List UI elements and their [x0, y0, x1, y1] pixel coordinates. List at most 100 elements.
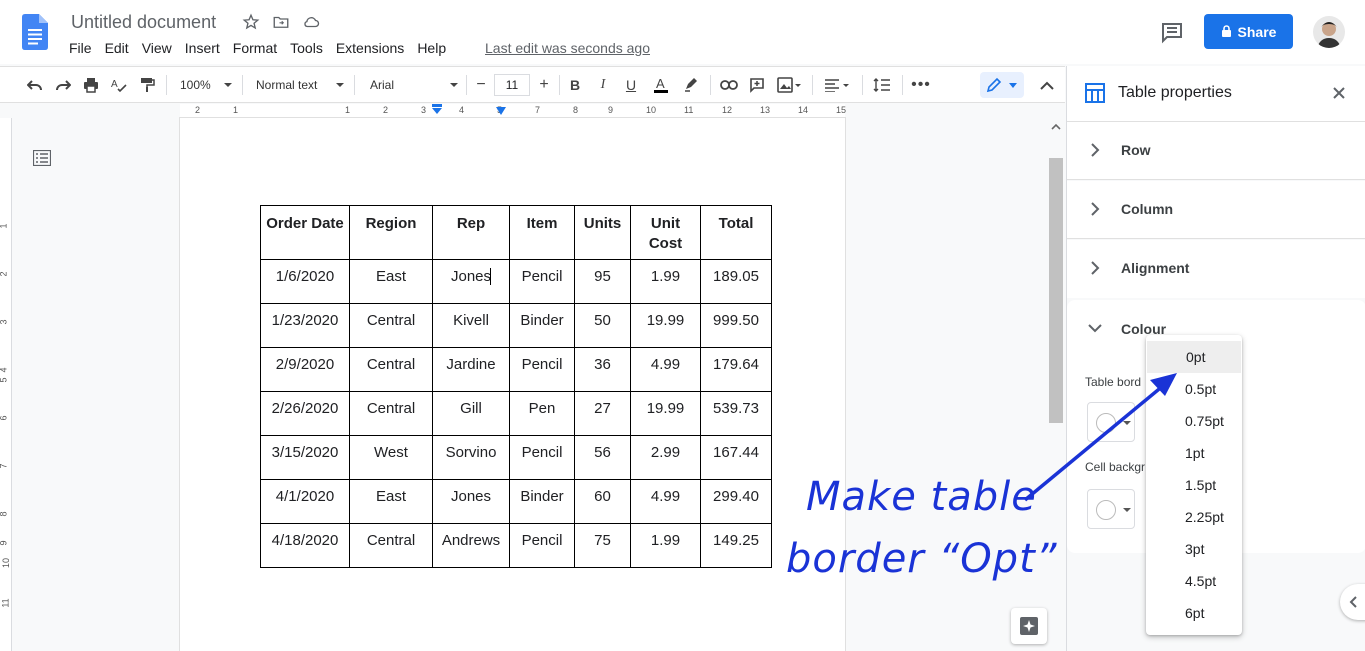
- table-cell[interactable]: 999.50: [700, 303, 772, 348]
- align-icon[interactable]: [820, 74, 854, 96]
- menu-view[interactable]: View: [142, 39, 172, 57]
- header-order-date[interactable]: Order Date: [260, 205, 350, 260]
- table-cell[interactable]: Binder: [509, 479, 575, 524]
- table-cell[interactable]: 4/1/2020: [260, 479, 350, 524]
- editing-mode-button[interactable]: [980, 72, 1024, 98]
- style-select[interactable]: Normal text: [256, 74, 344, 96]
- menu-tools[interactable]: Tools: [290, 39, 323, 57]
- table-cell[interactable]: Central: [349, 347, 433, 392]
- menu-file[interactable]: File: [69, 39, 92, 57]
- paint-format-icon[interactable]: [136, 74, 158, 96]
- avatar[interactable]: [1313, 16, 1345, 48]
- table-cell[interactable]: 75: [574, 523, 631, 568]
- table-cell[interactable]: 299.40: [700, 479, 772, 524]
- menu-insert[interactable]: Insert: [185, 39, 220, 57]
- menu-format[interactable]: Format: [233, 39, 277, 57]
- table-cell[interactable]: Jones: [432, 259, 510, 304]
- table-cell[interactable]: West: [349, 435, 433, 480]
- table-cell[interactable]: 179.64: [700, 347, 772, 392]
- table-cell[interactable]: 149.25: [700, 523, 772, 568]
- table-cell[interactable]: Gill: [432, 391, 510, 436]
- table-cell[interactable]: Sorvino: [432, 435, 510, 480]
- table-cell[interactable]: 1.99: [630, 259, 701, 304]
- scroll-up-icon[interactable]: [1049, 120, 1063, 134]
- table-cell[interactable]: 4.99: [630, 347, 701, 392]
- menu-extensions[interactable]: Extensions: [336, 39, 404, 57]
- close-icon[interactable]: [1330, 84, 1348, 102]
- table-cell[interactable]: East: [349, 259, 433, 304]
- indent-marker-icon[interactable]: [431, 104, 443, 116]
- table-cell[interactable]: 50: [574, 303, 631, 348]
- table-cell[interactable]: 3/15/2020: [260, 435, 350, 480]
- table-cell[interactable]: 4.99: [630, 479, 701, 524]
- font-size-input[interactable]: 11: [494, 74, 530, 96]
- table-cell[interactable]: 189.05: [700, 259, 772, 304]
- header-item[interactable]: Item: [509, 205, 575, 260]
- table-cell[interactable]: Pen: [509, 391, 575, 436]
- table-cell[interactable]: 19.99: [630, 303, 701, 348]
- table-cell[interactable]: 167.44: [700, 435, 772, 480]
- header-units[interactable]: Units: [574, 205, 631, 260]
- comment-history-icon[interactable]: [1160, 20, 1184, 44]
- bold-icon[interactable]: B: [566, 74, 584, 96]
- table-cell[interactable]: 2/26/2020: [260, 391, 350, 436]
- table-cell[interactable]: 27: [574, 391, 631, 436]
- table-cell[interactable]: Pencil: [509, 259, 575, 304]
- font-select[interactable]: Arial: [370, 74, 458, 96]
- table-cell[interactable]: Pencil: [509, 347, 575, 392]
- star-icon[interactable]: [241, 12, 261, 32]
- table-cell[interactable]: Central: [349, 523, 433, 568]
- header-unit-cost[interactable]: Unit Cost: [630, 205, 701, 260]
- sales-table[interactable]: Order Date Region Rep Item Units Unit Co…: [260, 205, 772, 568]
- table-cell[interactable]: 539.73: [700, 391, 772, 436]
- table-cell[interactable]: Andrews: [432, 523, 510, 568]
- table-cell[interactable]: Pencil: [509, 523, 575, 568]
- header-rep[interactable]: Rep: [432, 205, 510, 260]
- table-cell[interactable]: East: [349, 479, 433, 524]
- chevron-down-icon[interactable]: [1087, 320, 1103, 336]
- table-cell[interactable]: 1.99: [630, 523, 701, 568]
- highlight-color-icon[interactable]: [680, 74, 702, 96]
- table-cell[interactable]: Kivell: [432, 303, 510, 348]
- hide-menus-icon[interactable]: [1036, 74, 1058, 96]
- document-title[interactable]: Untitled document: [71, 12, 216, 33]
- table-cell[interactable]: 36: [574, 347, 631, 392]
- table-cell[interactable]: 95: [574, 259, 631, 304]
- menu-help[interactable]: Help: [417, 39, 446, 57]
- border-option-6pt[interactable]: 6pt: [1146, 597, 1242, 629]
- last-edit-link[interactable]: Last edit was seconds ago: [485, 39, 650, 57]
- header-total[interactable]: Total: [700, 205, 772, 260]
- zoom-select[interactable]: 100%: [180, 74, 232, 96]
- insert-link-icon[interactable]: [718, 74, 740, 96]
- table-cell[interactable]: Binder: [509, 303, 575, 348]
- horizontal-ruler[interactable]: 2 1 1 2 3 4 5 7 8 9 10 11 12 13 14 15: [180, 104, 846, 118]
- section-row[interactable]: Row: [1067, 122, 1365, 180]
- section-column[interactable]: Column: [1067, 181, 1365, 239]
- table-cell[interactable]: 19.99: [630, 391, 701, 436]
- table-cell[interactable]: 56: [574, 435, 631, 480]
- print-icon[interactable]: [80, 74, 102, 96]
- cloud-status-icon[interactable]: [301, 12, 321, 32]
- border-option-3pt[interactable]: 3pt: [1146, 533, 1242, 565]
- docs-logo-icon[interactable]: [22, 14, 48, 50]
- decrease-font-size-button[interactable]: −: [472, 74, 490, 96]
- table-cell[interactable]: Central: [349, 303, 433, 348]
- insert-image-icon[interactable]: [774, 74, 804, 96]
- vertical-ruler[interactable]: 1 2 3 4 5 6 7 8 9 10 11: [0, 118, 12, 651]
- move-folder-icon[interactable]: [271, 12, 291, 32]
- table-cell[interactable]: Jardine: [432, 347, 510, 392]
- undo-icon[interactable]: [24, 74, 46, 96]
- section-alignment[interactable]: Alignment: [1067, 240, 1365, 298]
- underline-icon[interactable]: U: [622, 74, 640, 96]
- document-outline-icon[interactable]: [33, 150, 51, 166]
- right-indent-marker-icon[interactable]: [496, 107, 506, 116]
- table-cell[interactable]: 1/6/2020: [260, 259, 350, 304]
- border-option-4-5pt[interactable]: 4.5pt: [1146, 565, 1242, 597]
- italic-icon[interactable]: I: [594, 74, 612, 96]
- table-cell[interactable]: Jones: [432, 479, 510, 524]
- line-spacing-icon[interactable]: [870, 74, 894, 96]
- table-cell[interactable]: 60: [574, 479, 631, 524]
- table-cell[interactable]: 2/9/2020: [260, 347, 350, 392]
- table-cell[interactable]: Pencil: [509, 435, 575, 480]
- table-cell[interactable]: 4/18/2020: [260, 523, 350, 568]
